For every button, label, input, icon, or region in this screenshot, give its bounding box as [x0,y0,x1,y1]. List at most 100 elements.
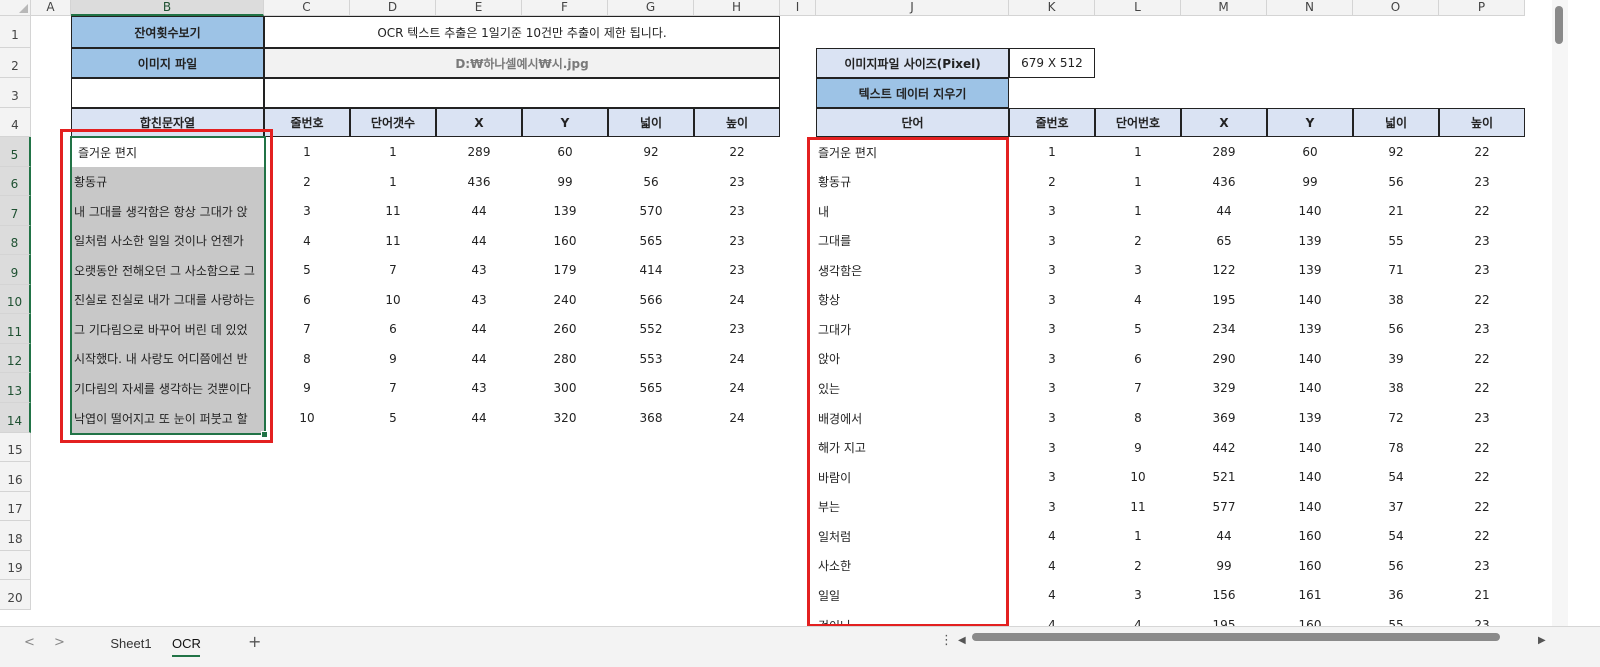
left-data-cell[interactable]: 414 [608,255,694,285]
left-data-cell[interactable]: 2 [264,167,350,196]
right-data-cell[interactable]: 3 [1009,492,1095,521]
word-cell[interactable]: 해가 지고 [816,433,1009,462]
left-data-cell[interactable]: 436 [436,167,522,196]
right-data-cell[interactable]: 122 [1181,255,1267,285]
right-data-cell[interactable]: 3 [1009,285,1095,314]
left-data-cell[interactable]: 24 [694,403,780,433]
right-data-cell[interactable]: 5 [1095,314,1181,344]
right-data-cell[interactable]: 4 [1009,521,1095,551]
image-size-value[interactable]: 679 X 512 [1009,48,1095,78]
right-data-cell[interactable]: 140 [1267,492,1353,521]
left-data-cell[interactable]: 44 [436,226,522,255]
right-data-cell[interactable]: 161 [1267,580,1353,610]
column-header-i[interactable]: I [780,0,816,16]
prev-sheet-arrow-icon[interactable]: < [24,635,35,650]
fill-handle[interactable] [261,431,268,438]
left-data-cell[interactable]: 43 [436,373,522,403]
left-data-cell[interactable]: 92 [608,137,694,167]
right-header-1[interactable]: 줄번호 [1009,108,1095,137]
right-data-cell[interactable]: 3 [1009,403,1095,433]
right-data-cell[interactable]: 3 [1009,373,1095,403]
right-data-cell[interactable]: 54 [1353,462,1439,492]
column-header-d[interactable]: D [350,0,436,16]
left-header-4[interactable]: Y [522,108,608,137]
word-cell[interactable]: 항상 [816,285,1009,314]
left-header-6[interactable]: 높이 [694,108,780,137]
right-data-cell[interactable]: 10 [1095,462,1181,492]
row-header-16[interactable]: 16 [0,462,31,492]
left-data-cell[interactable]: 565 [608,373,694,403]
left-data-cell[interactable]: 368 [608,403,694,433]
row-header-6[interactable]: 6 [0,167,31,196]
right-header-0[interactable]: 단어 [816,108,1009,137]
right-data-cell[interactable]: 55 [1353,226,1439,255]
horizontal-scroll-thumb[interactable] [972,633,1500,641]
left-data-cell[interactable]: 44 [436,196,522,226]
right-data-cell[interactable]: 3 [1009,314,1095,344]
left-data-cell[interactable]: 6 [264,285,350,314]
right-data-cell[interactable]: 22 [1439,137,1525,167]
right-data-cell[interactable]: 23 [1439,167,1525,196]
right-data-cell[interactable]: 2 [1095,226,1181,255]
word-cell[interactable]: 그대가 [816,314,1009,344]
right-data-cell[interactable]: 22 [1439,492,1525,521]
right-data-cell[interactable]: 140 [1267,462,1353,492]
right-data-cell[interactable]: 44 [1181,196,1267,226]
column-header-l[interactable]: L [1095,0,1181,16]
left-header-3[interactable]: X [436,108,522,137]
tab-ocr[interactable]: OCR [172,633,201,657]
row-header-19[interactable]: 19 [0,551,31,580]
select-all-corner[interactable] [0,0,31,16]
column-header-m[interactable]: M [1181,0,1267,16]
word-cell[interactable]: 사소한 [816,551,1009,580]
more-options-icon[interactable]: ⋮ [940,633,953,648]
row-header-9[interactable]: 9 [0,255,31,285]
row-header-11[interactable]: 11 [0,314,31,344]
left-data-cell[interactable]: 570 [608,196,694,226]
right-data-cell[interactable]: 140 [1267,344,1353,373]
left-data-cell[interactable]: 8 [264,344,350,373]
left-data-cell[interactable]: 300 [522,373,608,403]
right-header-2[interactable]: 단어번호 [1095,108,1181,137]
left-data-cell[interactable]: 240 [522,285,608,314]
image-path-cell[interactable]: D:₩하나셀예시₩시.jpg [264,48,780,78]
word-cell[interactable]: 즐거운 편지 [816,137,1009,167]
left-data-cell[interactable]: 139 [522,196,608,226]
right-data-cell[interactable]: 2 [1095,551,1181,580]
right-data-cell[interactable]: 140 [1267,433,1353,462]
left-data-cell[interactable]: 7 [350,373,436,403]
right-data-cell[interactable]: 160 [1267,521,1353,551]
left-data-cell[interactable]: 10 [264,403,350,433]
left-data-cell[interactable]: 44 [436,344,522,373]
right-data-cell[interactable]: 4 [1095,285,1181,314]
right-data-cell[interactable]: 38 [1353,373,1439,403]
left-data-cell[interactable]: 23 [694,167,780,196]
right-data-cell[interactable]: 21 [1439,580,1525,610]
right-data-cell[interactable]: 99 [1267,167,1353,196]
left-data-cell[interactable]: 43 [436,285,522,314]
right-data-cell[interactable]: 3 [1009,433,1095,462]
left-data-cell[interactable]: 5 [350,403,436,433]
column-header-c[interactable]: C [264,0,350,16]
left-data-cell[interactable]: 179 [522,255,608,285]
column-header-b[interactable]: B [71,0,264,16]
empty-cell-b3[interactable] [71,78,264,108]
left-data-cell[interactable]: 24 [694,285,780,314]
right-data-cell[interactable]: 23 [1439,403,1525,433]
row-header-8[interactable]: 8 [0,226,31,255]
right-data-cell[interactable]: 195 [1181,285,1267,314]
left-data-cell[interactable]: 23 [694,226,780,255]
next-sheet-arrow-icon[interactable]: > [54,635,65,650]
left-data-cell[interactable]: 7 [350,255,436,285]
right-data-cell[interactable]: 54 [1353,521,1439,551]
left-data-cell[interactable]: 4 [264,226,350,255]
right-data-cell[interactable]: 3 [1009,226,1095,255]
left-data-cell[interactable]: 10 [350,285,436,314]
right-data-cell[interactable]: 1 [1009,137,1095,167]
right-data-cell[interactable]: 140 [1267,373,1353,403]
right-data-cell[interactable]: 289 [1181,137,1267,167]
right-data-cell[interactable]: 2 [1009,167,1095,196]
row-header-13[interactable]: 13 [0,373,31,403]
right-data-cell[interactable]: 140 [1267,285,1353,314]
row-header-5[interactable]: 5 [0,137,31,167]
